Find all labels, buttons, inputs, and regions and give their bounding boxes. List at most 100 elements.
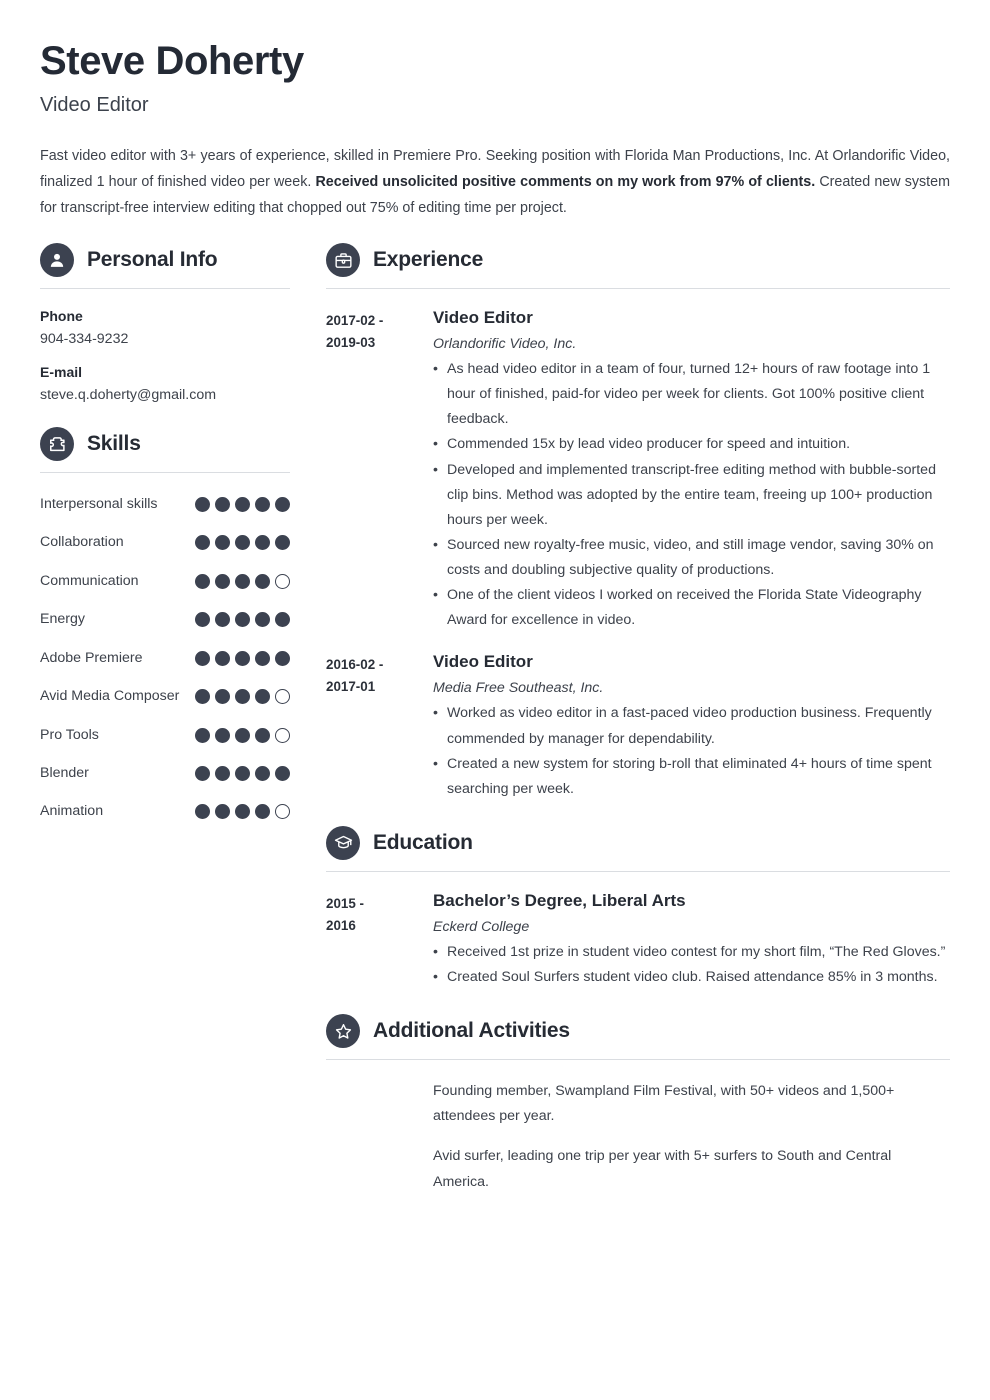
- puzzle-piece-icon: [40, 427, 74, 462]
- entry-date-end: 2019-03: [326, 334, 376, 350]
- entry-bullet: Commended 15x by lead video producer for…: [433, 432, 950, 457]
- section-education: Education 2015 - 2016 Bachelor’s Degree, L…: [326, 825, 950, 990]
- skill-name: Avid Media Composer: [40, 688, 180, 705]
- section-personal-info: Personal Info Phone 904-334-9232 E-mail …: [40, 243, 290, 403]
- entry: Founding member, Swampland Film Festival…: [326, 1079, 950, 1210]
- rating-dot-filled: [215, 804, 230, 820]
- entry-date-range: 2016-02 - 2017-01: [326, 652, 433, 802]
- entry-bullet: Worked as video editor in a fast-paced v…: [433, 701, 950, 751]
- rating-dot-filled: [235, 727, 250, 743]
- rating-dot-filled: [255, 535, 270, 551]
- skill-name: Animation: [40, 803, 104, 820]
- star-icon: [326, 1014, 360, 1049]
- entry-bullet-list: Worked as video editor in a fast-paced v…: [433, 701, 950, 802]
- additional-activities-content: Founding member, Swampland Film Festival…: [326, 1079, 950, 1210]
- rating-dot-empty: [275, 573, 290, 589]
- job-title: Video Editor: [40, 94, 149, 116]
- rating-dot-filled: [195, 535, 210, 551]
- entry: 2015 - 2016 Bachelor’s Degree, Liberal Art…: [326, 891, 950, 990]
- skill-rating-dots: [195, 607, 290, 628]
- rating-dot-filled: [195, 612, 210, 628]
- rating-dot-filled: [215, 573, 230, 589]
- additional-activities-title: Additional Activities: [373, 1019, 570, 1043]
- rating-dot-filled: [255, 804, 270, 820]
- person-icon: [40, 243, 74, 278]
- entry-date-end: 2016: [326, 917, 356, 933]
- education-header: Education: [326, 825, 950, 860]
- section-additional-activities: Additional Activities Founding member, S…: [326, 1014, 950, 1210]
- entry-bullet: Created a new system for storing b-roll …: [433, 752, 950, 802]
- education-entries: 2015 - 2016 Bachelor’s Degree, Liberal Art…: [326, 891, 950, 990]
- entry-bullet: Received 1st prize in student video cont…: [433, 940, 950, 965]
- entry-organization: Media Free Southeast, Inc.: [433, 680, 604, 697]
- skill-name: Pro Tools: [40, 726, 99, 743]
- skill-rating-dots: [195, 684, 290, 705]
- rating-dot-filled: [215, 497, 230, 513]
- skill-name: Interpersonal skills: [40, 496, 158, 513]
- rating-dot-filled: [275, 766, 290, 781]
- skill-rating-dots: [195, 569, 290, 589]
- rating-dot-filled: [275, 535, 290, 551]
- main-column: Experience 2017-02 - 2019-03 Video Editor O…: [290, 243, 950, 1210]
- skill-name: Collaboration: [40, 534, 124, 551]
- section-experience: Experience 2017-02 - 2019-03 Video Editor O…: [326, 243, 950, 802]
- skill-rating-dots: [195, 530, 290, 551]
- personal-info-fields: Phone 904-334-9232 E-mail steve.q.dohert…: [40, 308, 290, 403]
- entry-bullet: As head video editor in a team of four, …: [433, 357, 950, 432]
- rating-dot-filled: [275, 612, 290, 628]
- entry-degree-title: Bachelor’s Degree, Liberal Arts: [433, 890, 686, 910]
- rating-dot-filled: [195, 804, 210, 820]
- rating-dot-empty: [275, 689, 290, 705]
- rating-dot-empty: [275, 804, 290, 820]
- entry-body: Founding member, Swampland Film Festival…: [433, 1079, 950, 1210]
- section-divider: [40, 288, 290, 290]
- entry-date-range: 2017-02 - 2019-03: [326, 308, 433, 633]
- rating-dot-filled: [235, 535, 250, 551]
- skills-title: Skills: [87, 432, 141, 456]
- entry-date-end: 2017-01: [326, 679, 376, 695]
- rating-dot-filled: [235, 573, 250, 589]
- skill-name: Blender: [40, 765, 89, 781]
- rating-dot-filled: [195, 689, 210, 705]
- experience-entries: 2017-02 - 2019-03 Video Editor Orlandorific…: [326, 308, 950, 802]
- skill-row: Blender: [40, 761, 290, 785]
- section-divider: [40, 472, 290, 474]
- rating-dot-filled: [215, 612, 230, 628]
- skill-name: Energy: [40, 611, 85, 628]
- experience-header: Experience: [326, 243, 950, 278]
- rating-dot-filled: [275, 497, 290, 513]
- skill-rating-dots: [195, 646, 290, 666]
- rating-dot-filled: [235, 804, 250, 820]
- rating-dot-filled: [195, 766, 210, 781]
- entry-bullet-list: Received 1st prize in student video cont…: [433, 940, 950, 990]
- email-value: steve.q.doherty@gmail.com: [40, 387, 217, 404]
- summary-paragraph: Fast video editor with 3+ years of exper…: [40, 143, 950, 221]
- rating-dot-filled: [235, 650, 250, 666]
- skill-row: Energy: [40, 607, 290, 631]
- rating-dot-filled: [235, 689, 250, 705]
- rating-dot-filled: [255, 573, 270, 589]
- graduation-cap-icon: [326, 825, 360, 860]
- education-title: Education: [373, 830, 473, 854]
- entry-body: Video Editor Media Free Southeast, Inc. Wo…: [433, 652, 950, 802]
- skill-row: Collaboration: [40, 530, 290, 554]
- rating-dot-filled: [235, 612, 250, 628]
- rating-dot-filled: [195, 727, 210, 743]
- rating-dot-filled: [215, 766, 230, 781]
- email-label: E-mail: [40, 364, 83, 381]
- skill-row: Avid Media Composer: [40, 684, 290, 708]
- entry-bullet: One of the client videos I worked on rec…: [433, 583, 950, 633]
- skill-row: Animation: [40, 799, 290, 823]
- skill-name: Adobe Premiere: [40, 649, 143, 666]
- section-divider: [326, 870, 950, 872]
- activity-paragraph: Founding member, Swampland Film Festival…: [433, 1083, 895, 1125]
- entry: 2016-02 - 2017-01 Video Editor Media Free S…: [326, 652, 950, 802]
- rating-dot-filled: [195, 497, 210, 513]
- rating-dot-filled: [255, 497, 270, 513]
- rating-dot-filled: [235, 497, 250, 513]
- entry-body: Video Editor Orlandorific Video, Inc. As h…: [433, 308, 950, 633]
- entry-date-start: 2017-02 -: [326, 313, 384, 329]
- skill-rating-dots: [195, 799, 290, 820]
- skill-row: Communication: [40, 569, 290, 593]
- rating-dot-filled: [195, 650, 210, 666]
